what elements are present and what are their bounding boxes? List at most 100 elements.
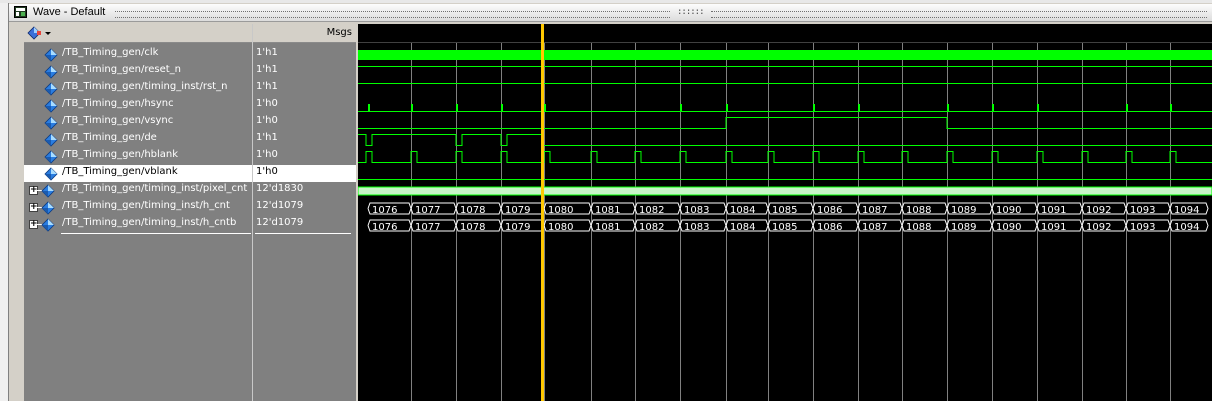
titlebar-grip-right xyxy=(711,11,1207,18)
signal-row[interactable]: /TB_Timing_gen/vsync xyxy=(24,114,252,131)
signal-diamond-icon xyxy=(44,150,58,164)
signal-row[interactable]: /TB_Timing_gen/de xyxy=(24,131,252,148)
h-cnt-value-label: 1088 xyxy=(906,205,931,216)
hsync-pulse xyxy=(813,104,815,112)
signal-row[interactable]: /TB_Timing_gen/timing_inst/rst_n xyxy=(24,80,252,97)
signal-value-row[interactable]: 1'h1 xyxy=(253,63,356,80)
signal-name: /TB_Timing_gen/timing_inst/rst_n xyxy=(62,81,228,92)
signal-value-row[interactable]: 1'h1 xyxy=(253,46,356,63)
signal-name: /TB_Timing_gen/timing_inst/pixel_cnt xyxy=(62,183,248,194)
signal-value-row[interactable]: 1'h0 xyxy=(253,97,356,114)
signal-value: 1'h1 xyxy=(256,81,278,92)
h-cnt-value-label: 1083 xyxy=(684,205,709,216)
h-cntb-value-label: 1076 xyxy=(372,222,397,233)
signal-value: 12'd1830 xyxy=(256,183,304,194)
waveform-header xyxy=(358,24,1212,42)
signal-name: /TB_Timing_gen/vsync xyxy=(62,115,174,126)
msgs-header: Msgs xyxy=(253,24,356,43)
titlebar-grip-handle[interactable]: :::::: xyxy=(677,7,704,17)
h-cnt-value-label: 1093 xyxy=(1130,205,1155,216)
hsync-pulse xyxy=(947,104,949,112)
de-waveform xyxy=(358,134,1212,146)
h-cnt-value-label: 1080 xyxy=(548,205,573,216)
signal-row[interactable]: /TB_Timing_gen/vblank xyxy=(24,165,252,182)
signal-value-row[interactable]: 1'h0 xyxy=(253,114,356,131)
last-value-underline xyxy=(255,233,351,234)
h-cnt-value-label: 1079 xyxy=(505,205,530,216)
signal-name: /TB_Timing_gen/hblank xyxy=(62,149,179,160)
signal-name: /TB_Timing_gen/hsync xyxy=(62,98,174,109)
signal-name: /TB_Timing_gen/vblank xyxy=(62,166,178,177)
titlebar-grip-left xyxy=(115,11,670,18)
signal-value: 1'h1 xyxy=(256,132,278,143)
pixel-cnt-waveform xyxy=(357,186,1212,196)
cursor-line xyxy=(541,24,544,401)
signal-row[interactable]: /TB_Timing_gen/clk xyxy=(24,46,252,63)
hsync-pulse xyxy=(368,104,370,112)
wave-menu-icon[interactable] xyxy=(27,26,53,40)
h-cntb-value-label: 1082 xyxy=(639,222,664,233)
hsync-pulse xyxy=(1126,104,1128,112)
h-cnt-value-label: 1090 xyxy=(996,205,1021,216)
signal-diamond-icon xyxy=(44,65,58,79)
h-cnt-value-label: 1094 xyxy=(1174,205,1199,216)
signal-name: /TB_Timing_gen/reset_n xyxy=(62,64,181,75)
waveform-canvas[interactable]: 1076 1077 1078 1079 1080 1081 1082 1083 1084 1085… xyxy=(357,24,1212,401)
hsync-pulse xyxy=(680,104,682,112)
h-cnt-value-label: 1078 xyxy=(460,205,485,216)
signal-row[interactable]: +/TB_Timing_gen/timing_inst/h_cntb xyxy=(24,216,252,233)
h-cntb-value-label: 1084 xyxy=(730,222,755,233)
signal-name: /TB_Timing_gen/timing_inst/h_cnt xyxy=(62,200,230,211)
h-cntb-value-label: 1085 xyxy=(772,222,797,233)
signal-diamond-icon xyxy=(44,167,58,181)
signal-row[interactable]: /TB_Timing_gen/hblank xyxy=(24,148,252,165)
signal-diamond-icon xyxy=(41,184,55,198)
hsync-pulse xyxy=(726,104,728,112)
h-cnt-value-label: 1077 xyxy=(415,205,440,216)
window-titlebar[interactable]: Wave - Default :::::: xyxy=(9,4,1212,22)
hsync-pulse xyxy=(1170,104,1172,112)
signal-value: 1'h0 xyxy=(256,149,278,160)
signal-pane-header xyxy=(24,24,252,43)
h-cntb-value-label: 1087 xyxy=(862,222,887,233)
hsync-pulse xyxy=(1037,104,1039,112)
signal-value-row[interactable]: 12'd1079 xyxy=(253,216,356,233)
signal-value-row[interactable]: 1'h1 xyxy=(253,80,356,97)
signal-value: 1'h0 xyxy=(256,98,278,109)
signal-value: 1'h1 xyxy=(256,64,278,75)
last-row-underline xyxy=(61,233,251,234)
signal-row[interactable]: /TB_Timing_gen/hsync xyxy=(24,97,252,114)
signal-row[interactable]: /TB_Timing_gen/reset_n xyxy=(24,63,252,80)
signal-value-row[interactable]: 1'h1 xyxy=(253,131,356,148)
h-cnt-value-label: 1091 xyxy=(1041,205,1066,216)
h-cnt-value-label: 1087 xyxy=(862,205,887,216)
h-cntb-value-label: 1094 xyxy=(1174,222,1199,233)
h-cntb-value-label: 1083 xyxy=(684,222,709,233)
signal-value: 12'd1079 xyxy=(256,217,304,228)
h-cnt-value-label: 1081 xyxy=(595,205,620,216)
signal-value-row[interactable]: 12'd1079 xyxy=(253,199,356,216)
signal-value-row[interactable]: 1'h0 xyxy=(253,165,356,182)
hsync-pulse xyxy=(544,104,546,112)
h-cntb-value-label: 1091 xyxy=(1041,222,1066,233)
signal-value: 1'h0 xyxy=(256,115,278,126)
hsync-pulse xyxy=(992,104,994,112)
h-cnt-value-label: 1076 xyxy=(372,205,397,216)
h-cntb-value-label: 1093 xyxy=(1130,222,1155,233)
h-cnt-value-label: 1084 xyxy=(730,205,755,216)
hsync-pulse xyxy=(411,104,413,112)
msgs-label: Msgs xyxy=(326,27,352,38)
signal-value: 1'h0 xyxy=(256,166,278,177)
signal-diamond-icon xyxy=(44,82,58,96)
h-cnt-value-label: 1085 xyxy=(772,205,797,216)
hblank-waveform xyxy=(358,151,1212,163)
waveform-pane[interactable]: 1076 1077 1078 1079 1080 1081 1082 1083 1084 1085… xyxy=(357,24,1212,401)
signal-row[interactable]: +/TB_Timing_gen/timing_inst/pixel_cnt xyxy=(24,182,252,199)
hsync-pulse xyxy=(456,104,458,112)
h-cntb-value-label: 1089 xyxy=(951,222,976,233)
signal-row[interactable]: +/TB_Timing_gen/timing_inst/h_cnt xyxy=(24,199,252,216)
hsync-pulse xyxy=(501,104,503,112)
signal-value-row[interactable]: 1'h0 xyxy=(253,148,356,165)
signal-diamond-icon xyxy=(41,218,55,232)
signal-value-row[interactable]: 12'd1830 xyxy=(253,182,356,199)
